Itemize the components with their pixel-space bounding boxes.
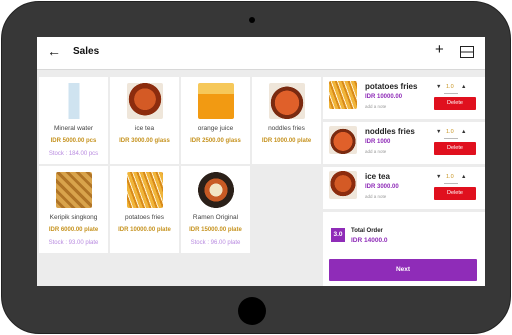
- product-image: [127, 83, 163, 119]
- quantity-value[interactable]: 1.0: [446, 129, 454, 135]
- order-item-price: IDR 3000.00: [365, 184, 399, 190]
- order-item-price: IDR 10000.00: [365, 94, 403, 100]
- tablet-frame: ← Sales + Mineral water IDR 5000.00 pcs …: [1, 1, 511, 334]
- product-price: IDR 6000.00 plate: [48, 227, 99, 233]
- quantity-value[interactable]: 1.0: [446, 174, 454, 180]
- order-item: noddles fries IDR 1000 add a note ▼ 1.0 …: [323, 122, 485, 164]
- product-name: orange juice: [197, 125, 234, 132]
- order-item-image: [329, 171, 357, 199]
- order-summary: 3.0 Total Order IDR 14000.0 Next: [323, 212, 485, 286]
- app-screen: ← Sales + Mineral water IDR 5000.00 pcs …: [37, 37, 485, 286]
- order-item-name: noddles fries: [365, 127, 415, 136]
- delete-button[interactable]: Delete: [434, 142, 476, 155]
- decrease-icon[interactable]: ▼: [436, 129, 441, 135]
- add-icon[interactable]: +: [435, 42, 444, 57]
- add-note-link[interactable]: add a note: [365, 149, 386, 154]
- product-price: IDR 1000.00 plate: [261, 138, 312, 144]
- order-item-image: [329, 126, 357, 154]
- decrease-icon[interactable]: ▼: [436, 84, 441, 90]
- product-stock: Stock : 93.00 plate: [48, 240, 99, 246]
- delete-button[interactable]: Delete: [434, 187, 476, 200]
- decrease-icon[interactable]: ▼: [436, 174, 441, 180]
- product-stock: Stock : 184.00 pcs: [48, 151, 99, 157]
- next-button[interactable]: Next: [329, 259, 477, 281]
- quantity-underline: [444, 183, 458, 184]
- order-item: potatoes fries IDR 10000.00 add a note ▼…: [323, 77, 485, 119]
- increase-icon[interactable]: ▲: [461, 129, 466, 135]
- quantity-stepper: ▼ 1.0 ▲: [436, 128, 468, 139]
- product-name: Mineral water: [53, 125, 93, 132]
- quantity-stepper: ▼ 1.0 ▲: [436, 173, 468, 184]
- product-image: [198, 83, 234, 119]
- product-image: [56, 172, 92, 208]
- increase-icon[interactable]: ▲: [461, 84, 466, 90]
- order-item-name: ice tea: [365, 172, 390, 181]
- app-bar: ← Sales +: [37, 37, 485, 70]
- product-stock: Stock : 96.00 plate: [190, 240, 241, 246]
- total-label: Total Order: [351, 228, 383, 234]
- order-panel: potatoes fries IDR 10000.00 add a note ▼…: [323, 77, 485, 286]
- product-name: Keripik singkong: [49, 214, 98, 221]
- order-item-price: IDR 1000: [365, 139, 391, 145]
- camera-icon: [249, 17, 255, 23]
- product-card[interactable]: Mineral water IDR 5000.00 pcs Stock : 18…: [39, 77, 108, 164]
- product-card[interactable]: potatoes fries IDR 10000.00 plate: [110, 166, 179, 253]
- product-card[interactable]: Keripik singkong IDR 6000.00 plate Stock…: [39, 166, 108, 253]
- product-price: IDR 5000.00 pcs: [50, 138, 97, 144]
- product-price: IDR 3000.00 glass: [119, 138, 170, 144]
- quantity-value[interactable]: 1.0: [446, 84, 454, 90]
- increase-icon[interactable]: ▲: [461, 174, 466, 180]
- product-name: ice tea: [134, 125, 155, 132]
- product-name: noddles fries: [268, 125, 305, 132]
- product-card[interactable]: Ramen Original IDR 15000.00 plate Stock …: [181, 166, 250, 253]
- product-price: IDR 2500.00 glass: [190, 138, 241, 144]
- home-button[interactable]: [238, 297, 266, 325]
- product-card[interactable]: orange juice IDR 2500.00 glass: [181, 77, 250, 164]
- order-item-name: potatoes fries: [365, 82, 418, 91]
- order-item: ice tea IDR 3000.00 add a note ▼ 1.0 ▲ D…: [323, 167, 485, 209]
- product-image: [198, 172, 234, 208]
- quantity-underline: [444, 138, 458, 139]
- product-card[interactable]: noddles fries IDR 1000.00 plate: [252, 77, 321, 164]
- product-card[interactable]: ice tea IDR 3000.00 glass: [110, 77, 179, 164]
- add-note-link[interactable]: add a note: [365, 104, 386, 109]
- barcode-scan-icon[interactable]: [460, 46, 474, 58]
- order-item-image: [329, 81, 357, 109]
- product-name: Ramen Original: [192, 214, 239, 221]
- product-image: [269, 83, 305, 119]
- product-name: potatoes fries: [124, 214, 165, 221]
- page-title: Sales: [73, 46, 100, 57]
- back-arrow-icon[interactable]: ←: [47, 43, 61, 59]
- total-value: IDR 14000.0: [351, 237, 388, 244]
- add-note-link[interactable]: add a note: [365, 194, 386, 199]
- product-price: IDR 15000.00 plate: [189, 227, 242, 233]
- item-count-badge: 3.0: [331, 228, 345, 242]
- product-image: [127, 172, 163, 208]
- product-price: IDR 10000.00 plate: [118, 227, 171, 233]
- product-grid: Mineral water IDR 5000.00 pcs Stock : 18…: [39, 77, 321, 286]
- quantity-stepper: ▼ 1.0 ▲: [436, 83, 468, 94]
- quantity-underline: [444, 93, 458, 94]
- product-image: [56, 83, 92, 119]
- delete-button[interactable]: Delete: [434, 97, 476, 110]
